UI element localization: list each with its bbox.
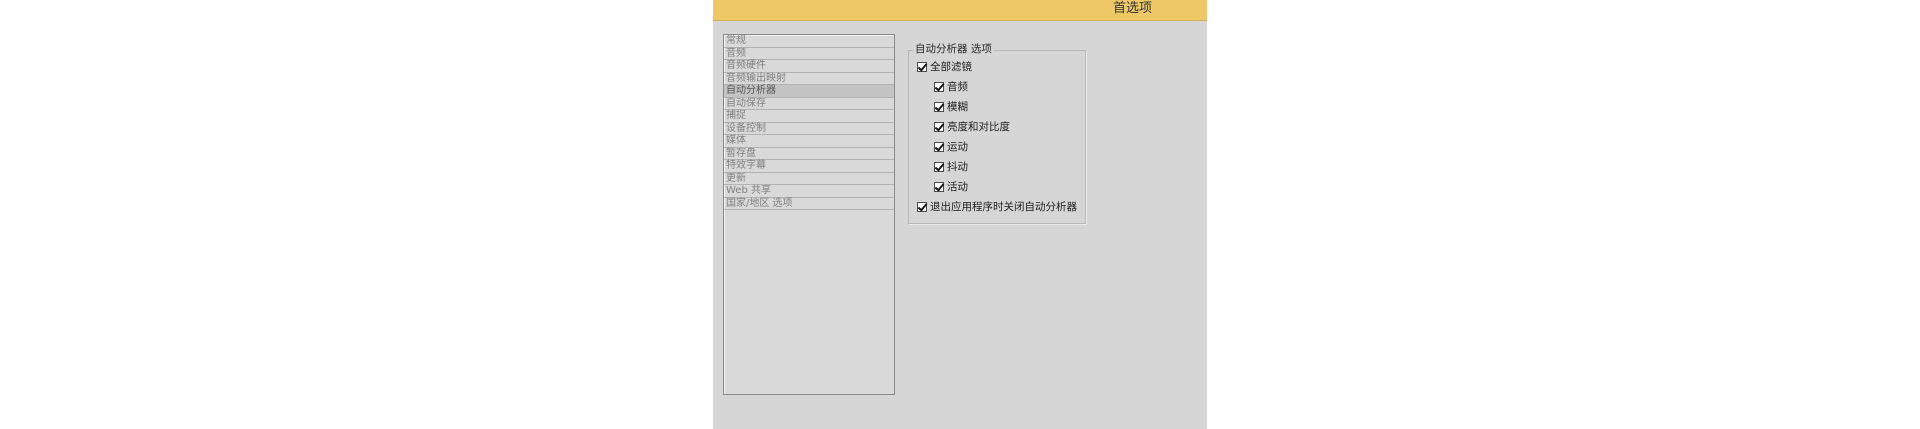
shake-filter-option[interactable]: 抖动 xyxy=(934,160,968,174)
options-group-title: 自动分析器 选项 xyxy=(913,43,994,56)
motion-filter-option[interactable]: 运动 xyxy=(934,140,968,154)
category-item-device-control[interactable]: 设备控制 xyxy=(724,123,894,135)
all-filters-option[interactable]: 全部滤镜 xyxy=(917,60,972,74)
category-list[interactable]: 常规 音频 音频硬件 音频输出映射 自动分析器 自动保存 捕捉 设备控制 媒体 … xyxy=(723,34,895,395)
all-filters-checkbox[interactable] xyxy=(917,62,927,72)
title-bar[interactable]: 首选项 xyxy=(713,0,1207,21)
category-item-updates[interactable]: 更新 xyxy=(724,173,894,185)
category-item-audio[interactable]: 音频 xyxy=(724,48,894,60)
shake-filter-label[interactable]: 抖动 xyxy=(947,160,968,174)
activity-filter-label[interactable]: 活动 xyxy=(947,180,968,194)
category-item-auto-save[interactable]: 自动保存 xyxy=(724,98,894,110)
all-filters-label[interactable]: 全部滤镜 xyxy=(930,60,972,74)
category-item-scratch-disks[interactable]: 暂存盘 xyxy=(724,148,894,160)
category-item-web-sharing[interactable]: Web 共享 xyxy=(724,185,894,198)
close-on-exit-checkbox[interactable] xyxy=(917,202,927,212)
audio-filter-option[interactable]: 音频 xyxy=(934,80,968,94)
category-item-effects-titles[interactable]: 特效字幕 xyxy=(724,160,894,173)
blur-filter-option[interactable]: 模糊 xyxy=(934,100,968,114)
activity-filter-checkbox[interactable] xyxy=(934,182,944,192)
category-item-audio-output-mapping[interactable]: 音频输出映射 xyxy=(724,73,894,85)
audio-filter-label[interactable]: 音频 xyxy=(947,80,968,94)
blur-filter-checkbox[interactable] xyxy=(934,102,944,112)
brightness-contrast-filter-checkbox[interactable] xyxy=(934,122,944,132)
category-item-auto-analyzer[interactable]: 自动分析器 xyxy=(724,85,894,98)
category-item-media[interactable]: 媒体 xyxy=(724,135,894,148)
motion-filter-checkbox[interactable] xyxy=(934,142,944,152)
category-item-country-region-options[interactable]: 国家/地区 选项 xyxy=(724,198,894,210)
window-title: 首选项 xyxy=(1113,1,1153,16)
motion-filter-label[interactable]: 运动 xyxy=(947,140,968,154)
close-on-exit-option[interactable]: 退出应用程序时关闭自动分析器 xyxy=(917,200,1077,214)
activity-filter-option[interactable]: 活动 xyxy=(934,180,968,194)
auto-analyzer-options-group xyxy=(908,50,1086,224)
brightness-contrast-filter-label[interactable]: 亮度和对比度 xyxy=(947,120,1010,134)
brightness-contrast-filter-option[interactable]: 亮度和对比度 xyxy=(934,120,1010,134)
audio-filter-checkbox[interactable] xyxy=(934,82,944,92)
category-item-general[interactable]: 常规 xyxy=(724,35,894,48)
close-on-exit-label[interactable]: 退出应用程序时关闭自动分析器 xyxy=(930,200,1077,214)
category-item-capture[interactable]: 捕捉 xyxy=(724,110,894,123)
preferences-dialog: 首选项 常规 音频 音频硬件 音频输出映射 自动分析器 自动保存 捕捉 设备控制… xyxy=(713,0,1207,429)
shake-filter-checkbox[interactable] xyxy=(934,162,944,172)
category-item-audio-hardware[interactable]: 音频硬件 xyxy=(724,60,894,73)
blur-filter-label[interactable]: 模糊 xyxy=(947,100,968,114)
